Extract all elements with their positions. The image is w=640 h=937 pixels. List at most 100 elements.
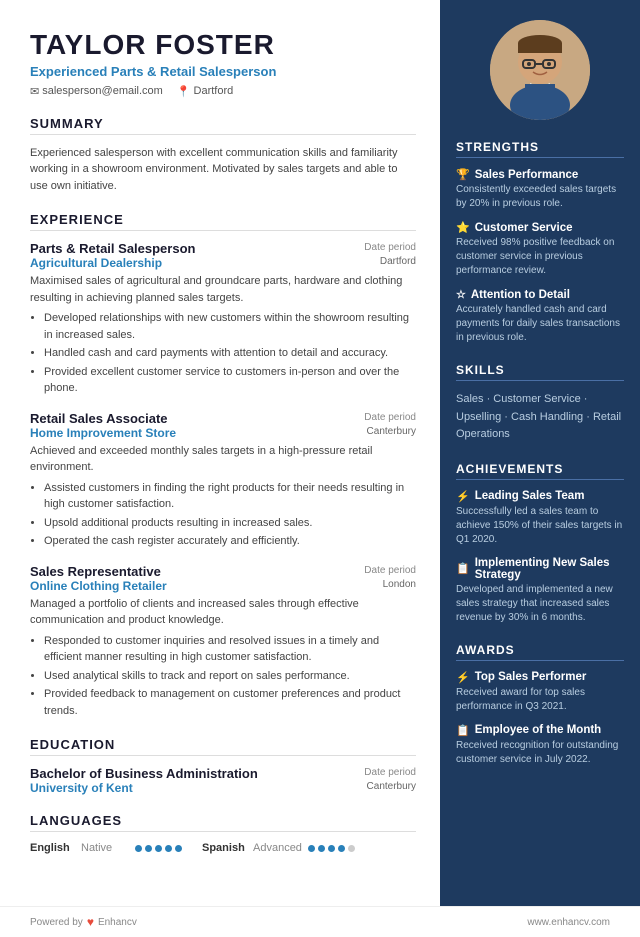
bullet-3-2: Used analytical skills to track and repo…: [44, 668, 416, 685]
exp-bullets-3: Responded to customer inquiries and reso…: [30, 633, 416, 720]
achievements-section: ACHIEVEMENTS ⚡ Leading Sales Team Succes…: [456, 462, 624, 625]
strength-3: ☆ Attention to Detail Accurately handled…: [456, 288, 624, 345]
bullet-3-1: Responded to customer inquiries and reso…: [44, 633, 416, 666]
bullet-3-3: Provided feedback to management on custo…: [44, 686, 416, 719]
exp-company-1: Agricultural Dealership: [30, 256, 162, 270]
lang-spanish-name: Spanish: [202, 842, 247, 854]
award-1-icon: ⚡: [456, 671, 470, 684]
edu-item-1: Bachelor of Business Administration Date…: [30, 766, 416, 795]
lang-english-name: English: [30, 842, 75, 854]
exp-company-row-2: Home Improvement Store Canterbury: [30, 426, 416, 440]
exp-item-1: Parts & Retail Salesperson Date period A…: [30, 241, 416, 397]
awards-title: AWARDS: [456, 643, 624, 661]
edu-degree-1: Bachelor of Business Administration: [30, 766, 258, 781]
exp-header-3: Sales Representative Date period: [30, 564, 416, 579]
dot-es-4: [338, 845, 345, 852]
strength-2-desc: Received 98% positive feedback on custom…: [456, 236, 624, 278]
exp-company-row-1: Agricultural Dealership Dartford: [30, 256, 416, 270]
award-2: 📋 Employee of the Month Received recogni…: [456, 724, 624, 767]
strength-3-icon: ☆: [456, 288, 466, 301]
exp-header-2: Retail Sales Associate Date period: [30, 411, 416, 426]
award-1-desc: Received award for top sales performance…: [456, 686, 624, 714]
candidate-name: TAYLOR FOSTER: [30, 30, 416, 61]
email-icon: ✉: [30, 85, 39, 98]
strength-3-desc: Accurately handled cash and card payment…: [456, 303, 624, 345]
achievement-2: 📋 Implementing New Sales Strategy Develo…: [456, 557, 624, 625]
exp-company-row-3: Online Clothing Retailer London: [30, 579, 416, 593]
edu-school-1: University of Kent: [30, 781, 133, 795]
footer-brand-name: Enhancv: [98, 917, 137, 928]
exp-header-1: Parts & Retail Salesperson Date period: [30, 241, 416, 256]
exp-location-3: London: [383, 579, 416, 590]
skills-tags: Sales · Customer Service · Upselling · C…: [456, 391, 624, 444]
languages-section: LANGUAGES English Native Spanish Advanc: [30, 813, 416, 854]
dot-en-4: [165, 845, 172, 852]
exp-location-1: Dartford: [380, 256, 416, 267]
right-column: STRENGTHS 🏆 Sales Performance Consistent…: [440, 0, 640, 906]
exp-desc-3: Managed a portfolio of clients and incre…: [30, 596, 416, 629]
lang-spanish-dots: [308, 845, 355, 852]
strength-2-icon: ⭐: [456, 221, 470, 234]
bullet-2-2: Upsold additional products resulting in …: [44, 515, 416, 532]
exp-bullets-2: Assisted customers in finding the right …: [30, 480, 416, 550]
exp-item-2: Retail Sales Associate Date period Home …: [30, 411, 416, 550]
achievement-2-desc: Developed and implemented a new sales st…: [456, 583, 624, 625]
dot-en-2: [145, 845, 152, 852]
lang-english-level: Native: [81, 842, 129, 854]
left-column: TAYLOR FOSTER Experienced Parts & Retail…: [0, 0, 440, 906]
strength-2-title: ⭐ Customer Service: [456, 221, 624, 234]
candidate-title: Experienced Parts & Retail Salesperson: [30, 64, 416, 79]
dot-es-2: [318, 845, 325, 852]
lang-spanish-level: Advanced: [253, 842, 302, 854]
award-1-title: ⚡ Top Sales Performer: [456, 671, 624, 684]
achievement-1-desc: Successfully led a sales team to achieve…: [456, 505, 624, 547]
location-icon: 📍: [177, 85, 191, 98]
bullet-1-1: Developed relationships with new custome…: [44, 310, 416, 343]
exp-date-3: Date period: [364, 565, 416, 576]
summary-text: Experienced salesperson with excellent c…: [30, 145, 416, 195]
dot-en-1: [135, 845, 142, 852]
summary-title: SUMMARY: [30, 116, 416, 135]
award-1: ⚡ Top Sales Performer Received award for…: [456, 671, 624, 714]
award-2-title: 📋 Employee of the Month: [456, 724, 624, 737]
award-2-icon: 📋: [456, 724, 470, 737]
email-value: salesperson@email.com: [42, 85, 163, 97]
experience-section: EXPERIENCE Parts & Retail Salesperson Da…: [30, 212, 416, 719]
strength-1-title: 🏆 Sales Performance: [456, 168, 624, 181]
edu-school-row-1: University of Kent Canterbury: [30, 781, 416, 795]
summary-section: SUMMARY Experienced salesperson with exc…: [30, 116, 416, 195]
exp-desc-1: Maximised sales of agricultural and grou…: [30, 273, 416, 306]
exp-date-1: Date period: [364, 242, 416, 253]
footer-website: www.enhancv.com: [527, 917, 610, 928]
exp-role-2: Retail Sales Associate: [30, 411, 168, 426]
edu-header-1: Bachelor of Business Administration Date…: [30, 766, 416, 781]
education-title: EDUCATION: [30, 737, 416, 756]
award-2-desc: Received recognition for outstanding cus…: [456, 739, 624, 767]
strength-1: 🏆 Sales Performance Consistently exceede…: [456, 168, 624, 211]
dot-en-3: [155, 845, 162, 852]
achievement-2-title: 📋 Implementing New Sales Strategy: [456, 557, 624, 581]
edu-location-1: Canterbury: [367, 781, 416, 792]
lang-spanish: Spanish Advanced: [202, 842, 355, 854]
bullet-2-3: Operated the cash register accurately an…: [44, 533, 416, 550]
dot-es-3: [328, 845, 335, 852]
lang-english: English Native: [30, 842, 182, 854]
dot-es-1: [308, 845, 315, 852]
strength-1-icon: 🏆: [456, 168, 470, 181]
exp-bullets-1: Developed relationships with new custome…: [30, 310, 416, 397]
exp-desc-2: Achieved and exceeded monthly sales targ…: [30, 443, 416, 476]
exp-role-1: Parts & Retail Salesperson: [30, 241, 195, 256]
strengths-title: STRENGTHS: [456, 140, 624, 158]
dot-es-5: [348, 845, 355, 852]
achievement-2-icon: 📋: [456, 562, 470, 575]
languages-title: LANGUAGES: [30, 813, 416, 832]
bullet-1-2: Handled cash and card payments with atte…: [44, 345, 416, 362]
email-info: ✉ salesperson@email.com: [30, 85, 163, 98]
strength-2: ⭐ Customer Service Received 98% positive…: [456, 221, 624, 278]
bullet-2-1: Assisted customers in finding the right …: [44, 480, 416, 513]
contact-info: ✉ salesperson@email.com 📍 Dartford: [30, 85, 416, 98]
languages-row: English Native Spanish Advanced: [30, 842, 416, 854]
footer-powered-by: Powered by: [30, 917, 83, 928]
strengths-section: STRENGTHS 🏆 Sales Performance Consistent…: [456, 140, 624, 345]
exp-company-3: Online Clothing Retailer: [30, 579, 167, 593]
